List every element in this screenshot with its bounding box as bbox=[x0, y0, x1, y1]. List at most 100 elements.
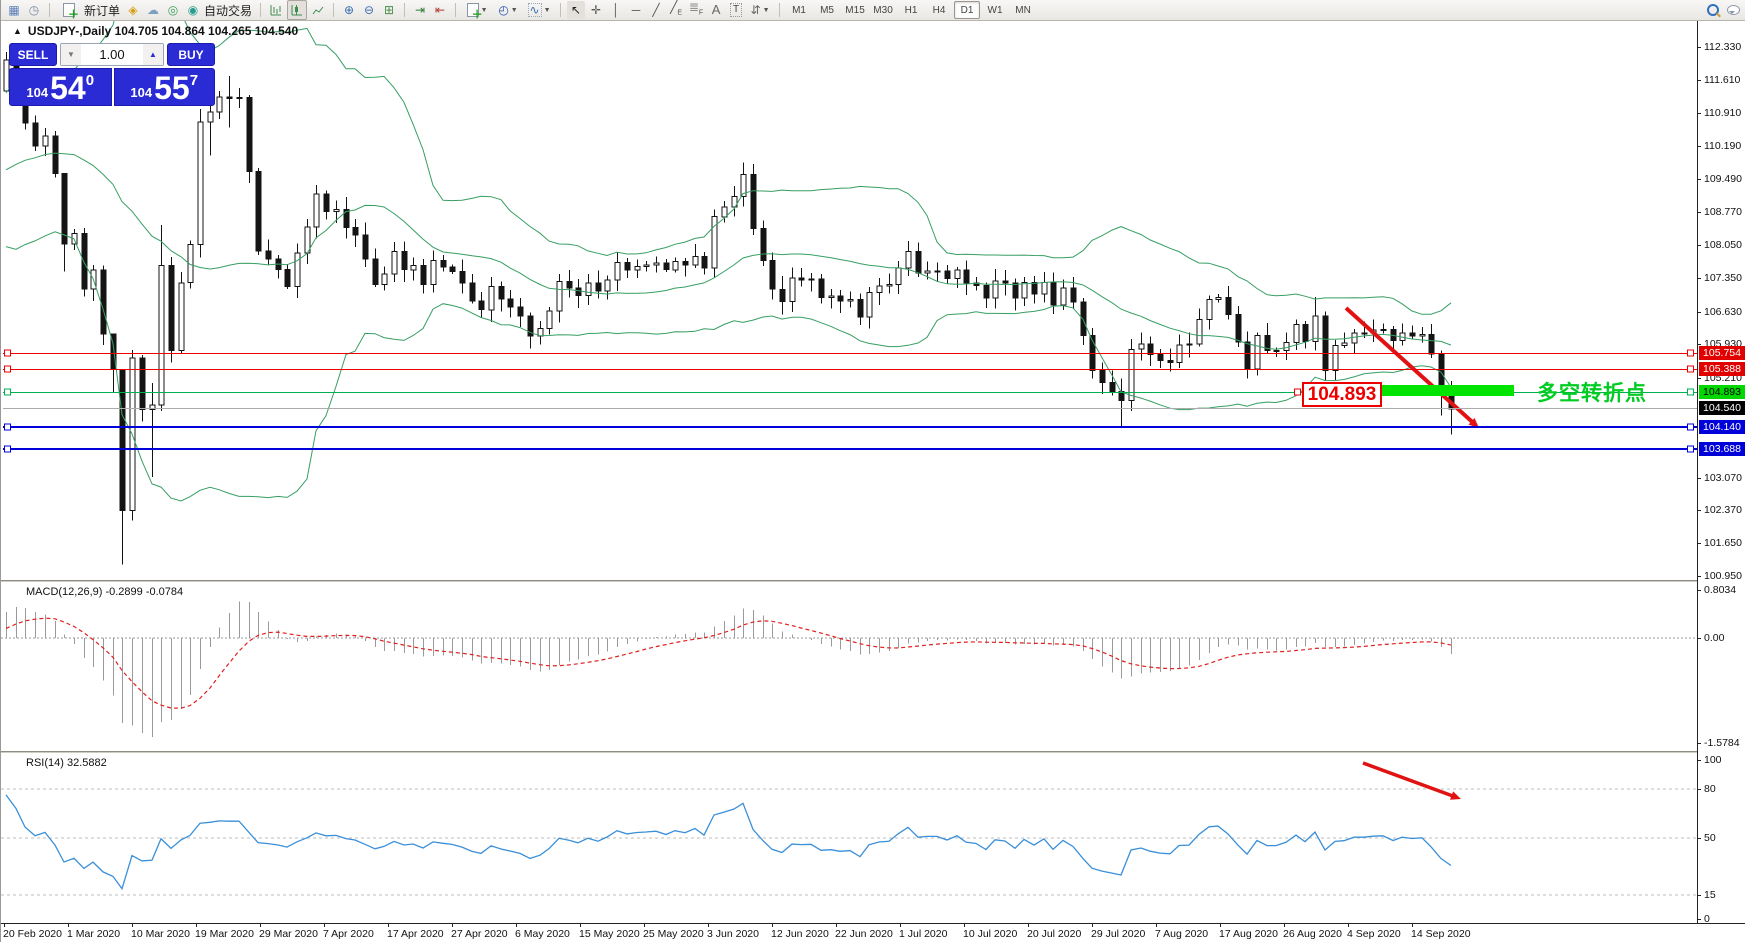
date-tick bbox=[132, 924, 133, 927]
chart-header: ▲ USDJPY-,Daily 104.705 104.864 104.265 … bbox=[13, 24, 298, 38]
price-tick bbox=[1698, 80, 1701, 81]
date-tick bbox=[68, 924, 69, 927]
rsi-panel[interactable]: RSI(14) 32.5882 bbox=[1, 753, 1745, 922]
date-label: 17 Aug 2020 bbox=[1219, 928, 1278, 940]
hline-104.140[interactable] bbox=[3, 426, 1697, 428]
collapse-trade-panel-icon[interactable]: ▲ bbox=[13, 26, 22, 36]
horizontal-line-icon[interactable]: ─ bbox=[627, 1, 645, 19]
buy-quote-button[interactable]: 104 55 7 bbox=[114, 68, 216, 106]
price-tick bbox=[1698, 312, 1701, 313]
turning-point-note[interactable]: 多空转折点 bbox=[1537, 377, 1697, 407]
zoom-in-icon[interactable]: ⊕ bbox=[340, 1, 358, 19]
trendline-icon[interactable]: ╱ bbox=[647, 1, 665, 19]
scroll-shift-icon[interactable]: ⇤ bbox=[431, 1, 449, 19]
channel-icon[interactable]: ╱E bbox=[667, 1, 685, 19]
date-label: 29 Jul 2020 bbox=[1091, 928, 1145, 940]
price-badge-104.140: 104.140 bbox=[1699, 420, 1745, 434]
new-order-icon[interactable]: ＋ bbox=[56, 1, 82, 19]
timeframe-w1[interactable]: W1 bbox=[982, 1, 1008, 19]
date-tick bbox=[196, 924, 197, 927]
date-tick bbox=[580, 924, 581, 927]
label-anchor-marker[interactable] bbox=[1294, 389, 1301, 396]
candlestick-icon[interactable] bbox=[287, 0, 307, 20]
macd-panel[interactable]: MACD(12,26,9) -0.2899 -0.0784 bbox=[1, 582, 1745, 751]
fibonacci-icon[interactable]: ≣F bbox=[687, 1, 705, 19]
line-endpoint-marker[interactable] bbox=[4, 389, 11, 396]
tile-windows-icon[interactable]: ⊞ bbox=[380, 1, 398, 19]
price-tick-label: 107.350 bbox=[1704, 272, 1742, 284]
price-tick-label: 108.050 bbox=[1704, 239, 1742, 251]
chat-icon[interactable] bbox=[1724, 1, 1742, 19]
timeframe-mn[interactable]: MN bbox=[1010, 1, 1036, 19]
period-icon[interactable]: ◴▼ bbox=[494, 1, 522, 19]
line-endpoint-marker[interactable] bbox=[1687, 350, 1694, 357]
volume-increase-button[interactable]: ▲ bbox=[143, 44, 163, 65]
line-endpoint-marker[interactable] bbox=[4, 350, 11, 357]
timeframe-m1[interactable]: M1 bbox=[786, 1, 812, 19]
price-tick-label: 112.330 bbox=[1704, 41, 1741, 53]
rsi-tick bbox=[1698, 760, 1701, 761]
candlestick-chart[interactable] bbox=[1, 21, 1697, 580]
scroll-end-icon[interactable]: ⇥ bbox=[411, 1, 429, 19]
volume-value[interactable]: 1.00 bbox=[81, 44, 143, 65]
price-badge-104.893: 104.893 bbox=[1699, 385, 1745, 399]
rsi-chart[interactable] bbox=[1, 753, 1697, 922]
price-tick-label: 106.630 bbox=[1704, 306, 1742, 318]
timeframe-d1[interactable]: D1 bbox=[954, 1, 980, 19]
rsi-tick-label: 50 bbox=[1704, 832, 1716, 844]
line-endpoint-marker[interactable] bbox=[4, 424, 11, 431]
date-tick bbox=[1092, 924, 1093, 927]
volume-spinner: ▼ 1.00 ▲ bbox=[60, 43, 164, 66]
gold-icon[interactable]: ◈ bbox=[124, 1, 142, 19]
hline-104.540[interactable] bbox=[3, 408, 1697, 409]
buy-price-main: 55 bbox=[154, 73, 190, 103]
price-tick bbox=[1698, 47, 1701, 48]
indicators-icon[interactable]: ∿▼ bbox=[524, 1, 554, 19]
buy-button[interactable]: BUY bbox=[167, 43, 215, 66]
search-icon[interactable] bbox=[1704, 1, 1722, 19]
community-icon[interactable]: ☁ bbox=[144, 1, 162, 19]
main-chart-panel[interactable] bbox=[1, 21, 1745, 580]
hline-105.754[interactable] bbox=[3, 353, 1697, 354]
hline-103.688[interactable] bbox=[3, 448, 1697, 450]
volume-decrease-button[interactable]: ▼ bbox=[61, 44, 81, 65]
line-endpoint-marker[interactable] bbox=[1687, 424, 1694, 431]
timeframe-m30[interactable]: M30 bbox=[870, 1, 896, 19]
templates-icon[interactable]: ＋▼ bbox=[462, 1, 492, 19]
date-label: 6 May 2020 bbox=[515, 928, 570, 940]
chart-window-icon[interactable]: ▦ bbox=[5, 1, 23, 19]
crosshair-icon[interactable]: ✛ bbox=[587, 1, 605, 19]
price-annotation-label[interactable]: 104.893 bbox=[1302, 382, 1382, 407]
line-endpoint-marker[interactable] bbox=[4, 366, 11, 373]
autotrade-icon[interactable]: ◉ bbox=[184, 1, 202, 19]
market-preview-icon[interactable]: ◷ bbox=[25, 1, 43, 19]
signals-icon[interactable]: ◎ bbox=[164, 1, 182, 19]
new-order-label[interactable]: 新订单 bbox=[84, 2, 120, 19]
price-tick bbox=[1698, 378, 1701, 379]
sell-button[interactable]: SELL bbox=[9, 43, 57, 66]
timeframe-m15[interactable]: M15 bbox=[842, 1, 868, 19]
label-icon[interactable]: T bbox=[727, 1, 745, 19]
macd-chart[interactable] bbox=[1, 582, 1697, 751]
zoom-out-icon[interactable]: ⊖ bbox=[360, 1, 378, 19]
line-endpoint-marker[interactable] bbox=[1687, 366, 1694, 373]
date-label: 14 Sep 2020 bbox=[1411, 928, 1471, 940]
hline-105.388[interactable] bbox=[3, 369, 1697, 370]
bar-chart-icon[interactable] bbox=[267, 1, 285, 19]
timeframe-m5[interactable]: M5 bbox=[814, 1, 840, 19]
shapes-icon[interactable]: ⇵▼ bbox=[747, 1, 773, 19]
cursor-icon[interactable]: ↖ bbox=[567, 1, 585, 19]
sell-quote-button[interactable]: 104 54 0 bbox=[9, 68, 112, 106]
text-icon[interactable]: A bbox=[707, 1, 725, 19]
date-axis[interactable]: 20 Feb 20201 Mar 202010 Mar 202019 Mar 2… bbox=[1, 923, 1745, 942]
date-label: 19 Mar 2020 bbox=[195, 928, 254, 940]
autotrade-label[interactable]: 自动交易 bbox=[204, 2, 252, 19]
timeframe-h1[interactable]: H1 bbox=[898, 1, 924, 19]
line-chart-icon[interactable] bbox=[309, 1, 327, 19]
line-endpoint-marker[interactable] bbox=[4, 446, 11, 453]
vertical-line-icon[interactable]: │ bbox=[607, 1, 625, 19]
timeframe-h4[interactable]: H4 bbox=[926, 1, 952, 19]
line-endpoint-marker[interactable] bbox=[1687, 446, 1694, 453]
green-level-bar[interactable] bbox=[1379, 385, 1514, 396]
date-label: 7 Aug 2020 bbox=[1155, 928, 1208, 940]
